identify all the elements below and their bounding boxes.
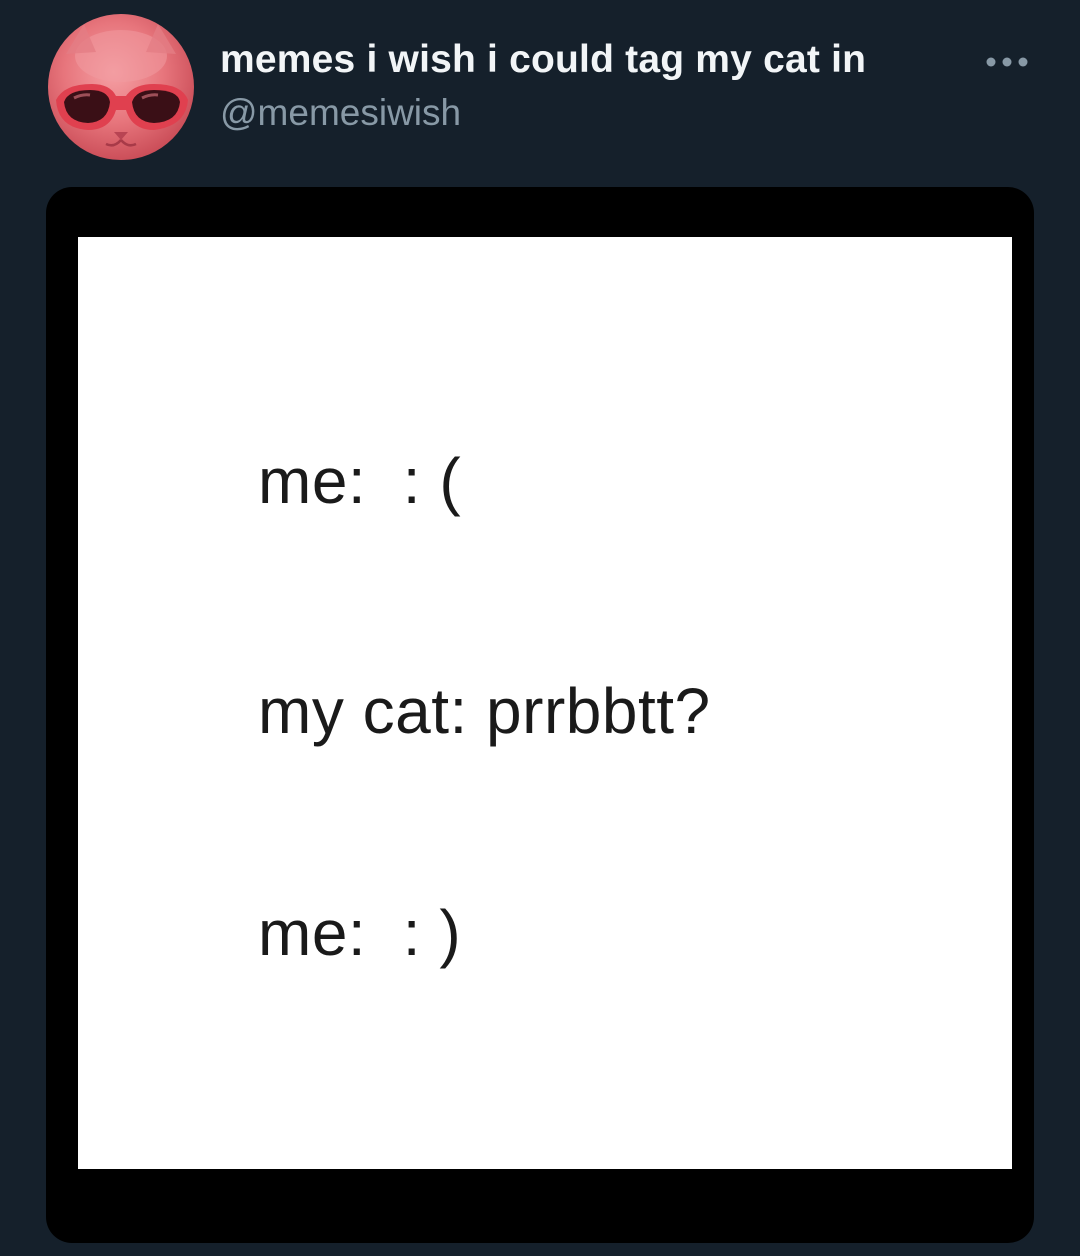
meme-line-2: my cat: prrbbtt? (258, 675, 711, 747)
more-horizontal-icon (986, 57, 1028, 67)
more-options-button[interactable] (978, 44, 1036, 80)
tweet-media[interactable]: me: : ( my cat: prrbbtt? me: : ) (46, 187, 1034, 1243)
meme-image: me: : ( my cat: prrbbtt? me: : ) (78, 237, 1012, 1169)
meme-line-3: me: : ) (258, 897, 462, 969)
cat-sunglasses-icon (56, 24, 188, 147)
profile-avatar[interactable] (48, 14, 194, 160)
user-handle[interactable]: @memesiwish (220, 92, 461, 134)
display-name[interactable]: memes i wish i could tag my cat in (220, 38, 866, 82)
tweet-header: memes i wish i could tag my cat in @meme… (0, 0, 1080, 180)
meme-line-1: me: : ( (258, 445, 462, 517)
